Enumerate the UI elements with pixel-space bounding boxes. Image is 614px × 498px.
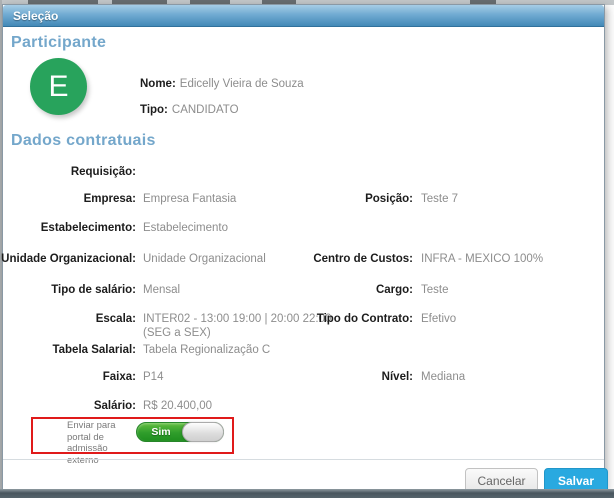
field-value: Estabelecimento [143, 222, 339, 236]
field-label: Estabelecimento: [3, 222, 136, 234]
selecao-dialog: Seleção Participante E Nome: Edicelly Vie… [2, 4, 605, 490]
toggle-knob[interactable] [182, 422, 224, 442]
participant-name-row: Nome: Edicelly Vieira de Souza [140, 78, 304, 90]
field-row-empresa-posicao: Empresa: Empresa Fantasia Posição: Teste… [3, 193, 604, 219]
field-label: Unidade Organizacional: [3, 253, 136, 265]
contract-section-title: Dados contratuais [11, 132, 156, 150]
field-label: Faixa: [3, 371, 136, 383]
field-value: Mediana [421, 371, 599, 383]
field-row-faixa-nivel: Faixa: P14 Nível: Mediana [3, 371, 604, 397]
field-row-unidade-centro: Unidade Organizacional: Unidade Organiza… [3, 253, 604, 279]
field-row-estabelecimento: Estabelecimento: Estabelecimento [3, 222, 604, 248]
field-label: Cargo: [271, 284, 413, 296]
field-value: R$ 20.400,00 [143, 400, 339, 414]
type-label: Tipo: [140, 104, 168, 116]
avatar-initial: E [48, 70, 68, 104]
field-label: Nível: [271, 371, 413, 383]
dialog-title: Seleção [13, 9, 58, 23]
participant-section-title: Participante [11, 34, 106, 52]
participant-avatar: E [30, 58, 87, 115]
field-label: Tabela Salarial: [3, 344, 136, 356]
field-label: Centro de Custos: [271, 253, 413, 265]
background-page-edge-bottom [0, 489, 614, 498]
dialog-titlebar[interactable]: Seleção [3, 5, 604, 27]
field-row-tiposalario-cargo: Tipo de salário: Mensal Cargo: Teste [3, 284, 604, 310]
field-label: Requisição: [3, 166, 136, 178]
toggle-state-label: Sim [137, 426, 185, 438]
type-value: CANDIDATO [172, 104, 239, 116]
field-label: Escala: [3, 313, 136, 325]
field-value: Tabela Regionalização C [143, 344, 339, 358]
field-label: Salário: [3, 400, 136, 412]
field-label: Posição: [271, 193, 413, 205]
external-portal-toggle[interactable]: Sim [136, 422, 224, 442]
field-label: Tipo do Contrato: [271, 313, 413, 325]
dialog-body: Participante E Nome: Edicelly Vieira de S… [3, 28, 604, 489]
toggle-track[interactable]: Sim [136, 422, 224, 442]
field-value: INFRA - MEXICO 100% [421, 253, 599, 265]
field-label: Empresa: [3, 193, 136, 205]
participant-type-row: Tipo: CANDIDATO [140, 104, 239, 116]
field-value: Teste [421, 284, 599, 296]
footer-divider [3, 459, 604, 460]
field-row-tabela-salarial: Tabela Salarial: Tabela Regionalização C [3, 344, 604, 370]
field-row-requisicao: Requisição: [3, 166, 604, 192]
name-label: Nome: [140, 78, 176, 90]
name-value: Edicelly Vieira de Souza [180, 78, 304, 90]
field-label: Tipo de salário: [3, 284, 136, 296]
field-value: Teste 7 [421, 193, 599, 205]
field-value: Efetivo [421, 313, 599, 325]
